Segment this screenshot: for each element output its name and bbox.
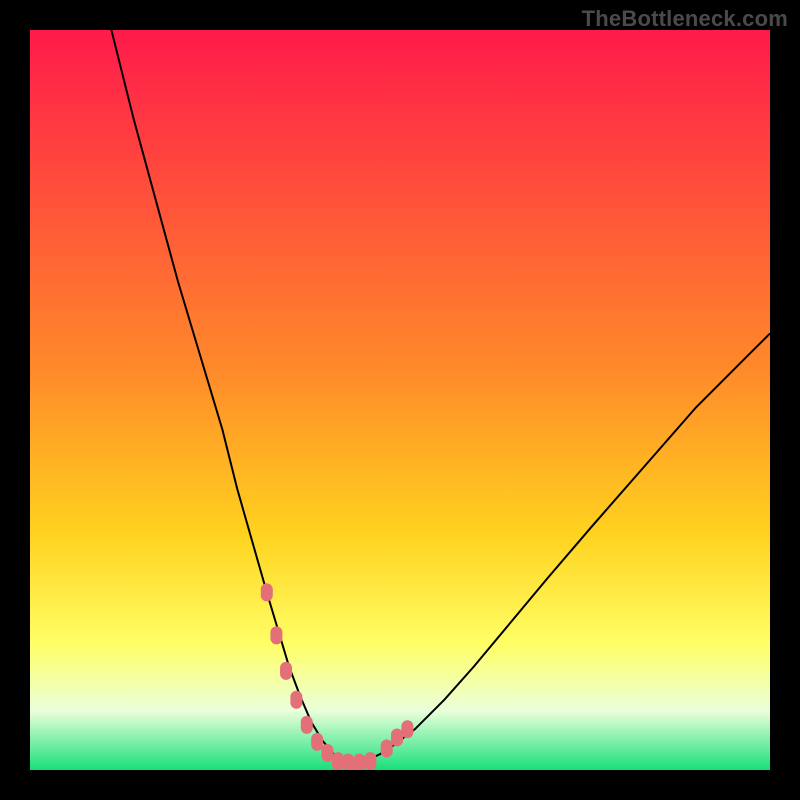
chart-frame: TheBottleneck.com bbox=[0, 0, 800, 800]
highlight-marker bbox=[391, 728, 403, 746]
highlight-marker bbox=[290, 691, 302, 709]
highlight-marker bbox=[321, 744, 333, 762]
highlight-marker bbox=[280, 662, 292, 680]
highlight-marker bbox=[353, 754, 365, 770]
highlight-marker bbox=[401, 720, 413, 738]
plot-area bbox=[30, 30, 770, 770]
highlight-marker bbox=[261, 583, 273, 601]
highlight-marker bbox=[311, 733, 323, 751]
chart-svg bbox=[30, 30, 770, 770]
watermark-text: TheBottleneck.com bbox=[582, 6, 788, 32]
highlight-marker bbox=[342, 754, 354, 770]
highlight-marker bbox=[301, 716, 313, 734]
highlight-marker bbox=[364, 752, 376, 770]
highlight-marker bbox=[381, 740, 393, 758]
highlight-marker bbox=[270, 626, 282, 644]
gradient-background bbox=[30, 30, 770, 770]
highlight-marker bbox=[332, 752, 344, 770]
